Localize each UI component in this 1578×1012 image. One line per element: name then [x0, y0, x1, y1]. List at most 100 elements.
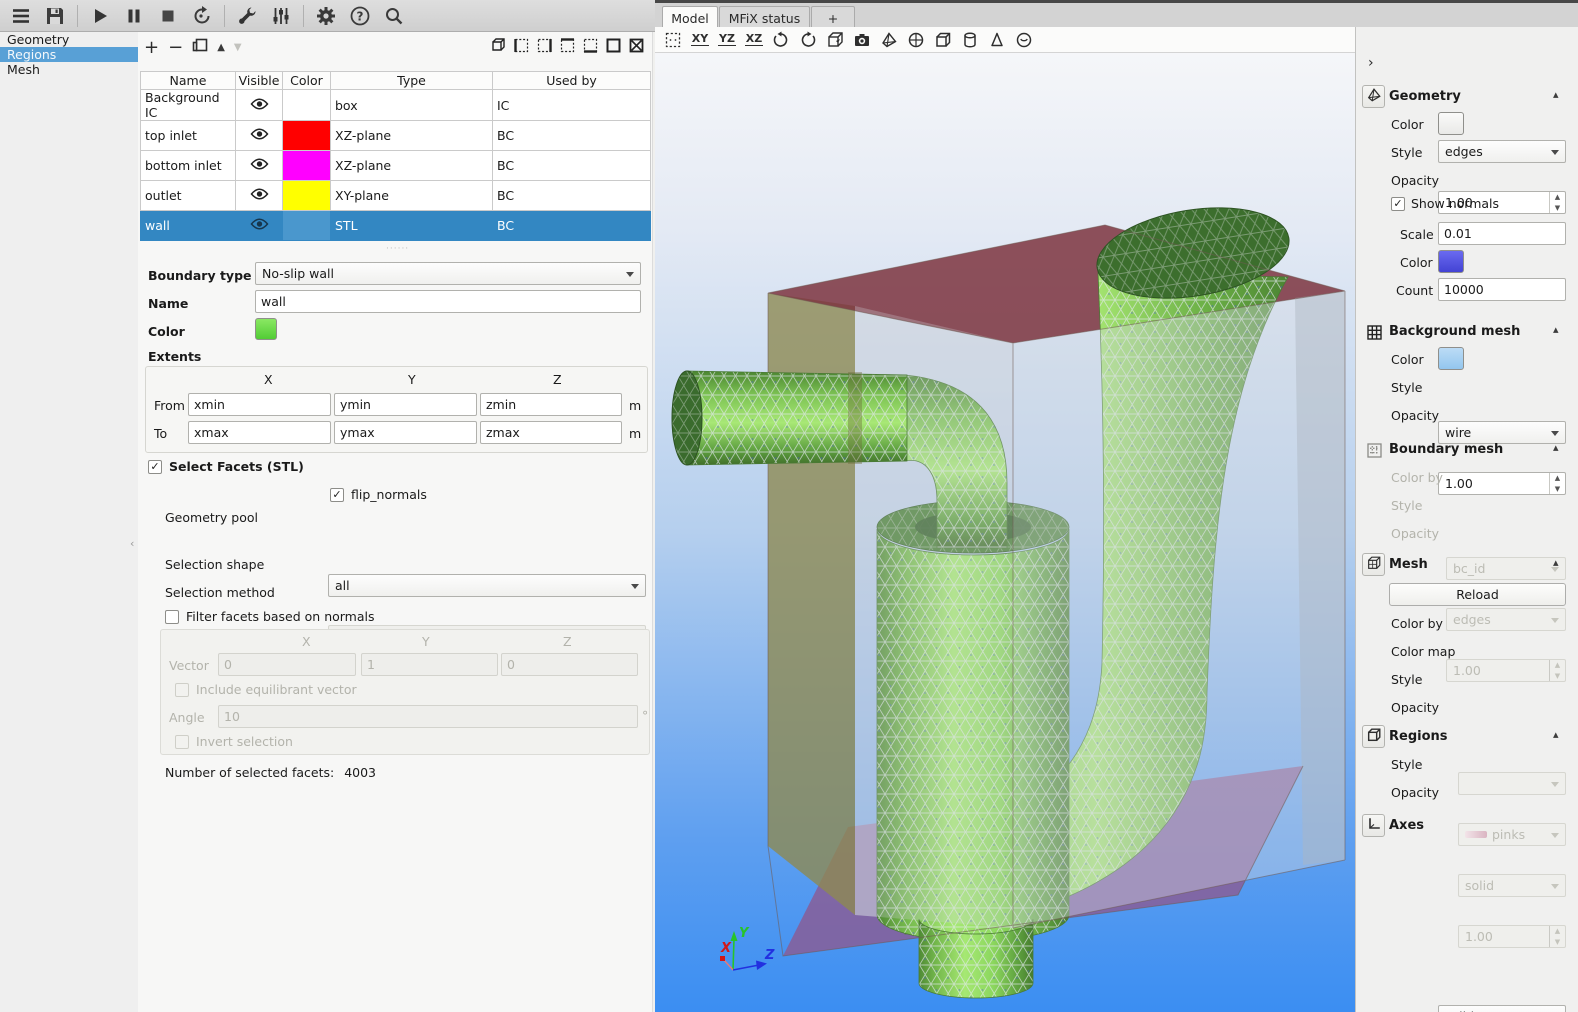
shape-plane-right-icon[interactable] [534, 35, 554, 55]
shape-plane-left-icon[interactable] [511, 35, 531, 55]
move-up-button[interactable]: ▲ [217, 42, 225, 53]
shape-box-icon[interactable] [488, 35, 508, 55]
section-title-regions[interactable]: Regions [1389, 729, 1448, 744]
region-color-cell[interactable] [283, 151, 331, 181]
collapse-arrow-icon[interactable]: ▴ [1553, 556, 1559, 569]
name-input[interactable]: wall [255, 290, 641, 313]
duplicate-region-button[interactable] [192, 38, 208, 57]
mesh-visibility-toggle[interactable] [1362, 553, 1385, 576]
add-sphere-button[interactable] [906, 30, 926, 50]
section-title-mesh[interactable]: Mesh [1389, 557, 1428, 572]
axes-visibility-toggle[interactable] [1362, 814, 1385, 837]
col-header-used-by[interactable]: Used by [493, 72, 651, 90]
collapse-arrow-icon[interactable]: ▴ [1553, 323, 1559, 336]
normals-scale-input[interactable]: 0.01 [1438, 222, 1566, 245]
region-color-cell[interactable] [283, 121, 331, 151]
visibility-toggle[interactable] [236, 90, 283, 121]
section-title-axes[interactable]: Axes [1389, 818, 1424, 833]
flip-normals-checkbox[interactable]: ✓ [330, 488, 344, 502]
col-header-visible[interactable]: Visible [236, 72, 283, 90]
shape-plane-bottom-icon[interactable] [580, 35, 600, 55]
nav-item-regions[interactable]: Regions [0, 47, 138, 62]
from-x-input[interactable]: xmin [188, 393, 331, 416]
normals-count-input[interactable]: 10000 [1438, 278, 1566, 301]
view-yz-button[interactable]: YZ [717, 30, 737, 50]
add-region-button[interactable]: + [144, 37, 159, 58]
settings-button[interactable] [309, 3, 343, 29]
nav-item-geometry[interactable]: Geometry [0, 32, 138, 47]
boundary-type-select[interactable]: No-slip wall [255, 262, 641, 285]
regions-style-select[interactable]: solid [1438, 1005, 1566, 1012]
nav-item-mesh[interactable]: Mesh [0, 62, 138, 77]
geometry-style-select[interactable]: edges [1438, 140, 1566, 163]
add-box-button[interactable] [933, 30, 953, 50]
pause-button[interactable] [117, 3, 151, 29]
col-header-color[interactable]: Color [283, 72, 331, 90]
save-button[interactable] [38, 3, 72, 29]
table-row[interactable]: outlet XY-plane BC [141, 181, 651, 211]
visibility-toggle[interactable] [236, 121, 283, 151]
add-cylinder-button[interactable] [960, 30, 980, 50]
search-button[interactable] [377, 3, 411, 29]
to-z-input[interactable]: zmax [480, 421, 622, 444]
parameters-button[interactable] [264, 3, 298, 29]
screenshot-button[interactable] [852, 30, 872, 50]
reset-view-button[interactable] [663, 30, 683, 50]
run-button[interactable] [83, 3, 117, 29]
filter-facets-checkbox[interactable] [165, 610, 179, 624]
shape-box-solid-icon[interactable] [603, 35, 623, 55]
bg-mesh-opacity-spinbox[interactable]: 1.00▲▼ [1438, 472, 1566, 495]
vtk-3d-view[interactable]: Y X Z [655, 53, 1355, 1012]
shape-plane-top-icon[interactable] [557, 35, 577, 55]
region-color-cell[interactable] [283, 90, 331, 121]
normals-color-swatch[interactable] [1438, 250, 1464, 273]
region-color-swatch[interactable] [255, 318, 277, 340]
to-y-input[interactable]: ymax [334, 421, 477, 444]
regions-visibility-toggle[interactable] [1362, 725, 1385, 748]
splitter-handle[interactable]: ······ [386, 244, 409, 254]
sidebar-collapse-button[interactable]: › [1368, 55, 1374, 71]
table-row-selected[interactable]: wall STL BC [141, 211, 651, 241]
geometry-visibility-button[interactable] [879, 30, 899, 50]
geometry-visibility-toggle[interactable] [1362, 85, 1385, 108]
show-normals-checkbox[interactable]: ✓ [1391, 197, 1405, 211]
perspective-button[interactable] [825, 30, 845, 50]
visibility-toggle[interactable] [236, 181, 283, 211]
region-color-cell[interactable] [283, 211, 331, 241]
reset-button[interactable] [185, 3, 219, 29]
visibility-toggle[interactable] [236, 151, 283, 181]
geometry-color-swatch[interactable] [1438, 112, 1464, 135]
rotate-left-button[interactable] [771, 30, 791, 50]
move-down-button[interactable]: ▼ [234, 42, 242, 53]
visibility-toggle[interactable] [236, 211, 283, 241]
menu-button[interactable] [4, 3, 38, 29]
add-cone-button[interactable] [987, 30, 1007, 50]
view-xy-button[interactable]: XY [690, 30, 710, 50]
from-z-input[interactable]: zmin [480, 393, 622, 416]
rotate-right-button[interactable] [798, 30, 818, 50]
bg-mesh-style-select[interactable]: wire [1438, 421, 1566, 444]
spin-buttons[interactable]: ▲▼ [1549, 192, 1565, 213]
region-color-cell[interactable] [283, 181, 331, 211]
view-xz-button[interactable]: XZ [744, 30, 764, 50]
add-torus-button[interactable] [1014, 30, 1034, 50]
col-header-name[interactable]: Name [141, 72, 236, 90]
shape-stl-icon[interactable] [626, 35, 646, 55]
mesh-reload-button[interactable]: Reload [1389, 583, 1566, 606]
collapse-arrow-icon[interactable]: ▴ [1553, 88, 1559, 101]
table-row[interactable]: Background IC box IC [141, 90, 651, 121]
selection-shape-select[interactable]: all [328, 574, 646, 597]
spin-buttons[interactable]: ▲▼ [1549, 473, 1565, 494]
nav-collapse-handle[interactable]: ‹ [130, 537, 134, 550]
section-title-geometry[interactable]: Geometry [1389, 89, 1461, 104]
help-button[interactable]: ? [343, 3, 377, 29]
stop-button[interactable] [151, 3, 185, 29]
table-row[interactable]: bottom inlet XZ-plane BC [141, 151, 651, 181]
section-title-boundary-mesh[interactable]: Boundary mesh [1389, 442, 1503, 457]
col-header-type[interactable]: Type [331, 72, 493, 90]
build-button[interactable] [230, 3, 264, 29]
boundary-mesh-icon[interactable] [1364, 440, 1384, 460]
remove-region-button[interactable]: − [168, 37, 183, 58]
bg-mesh-color-swatch[interactable] [1438, 347, 1464, 370]
section-title-background-mesh[interactable]: Background mesh [1389, 324, 1520, 339]
